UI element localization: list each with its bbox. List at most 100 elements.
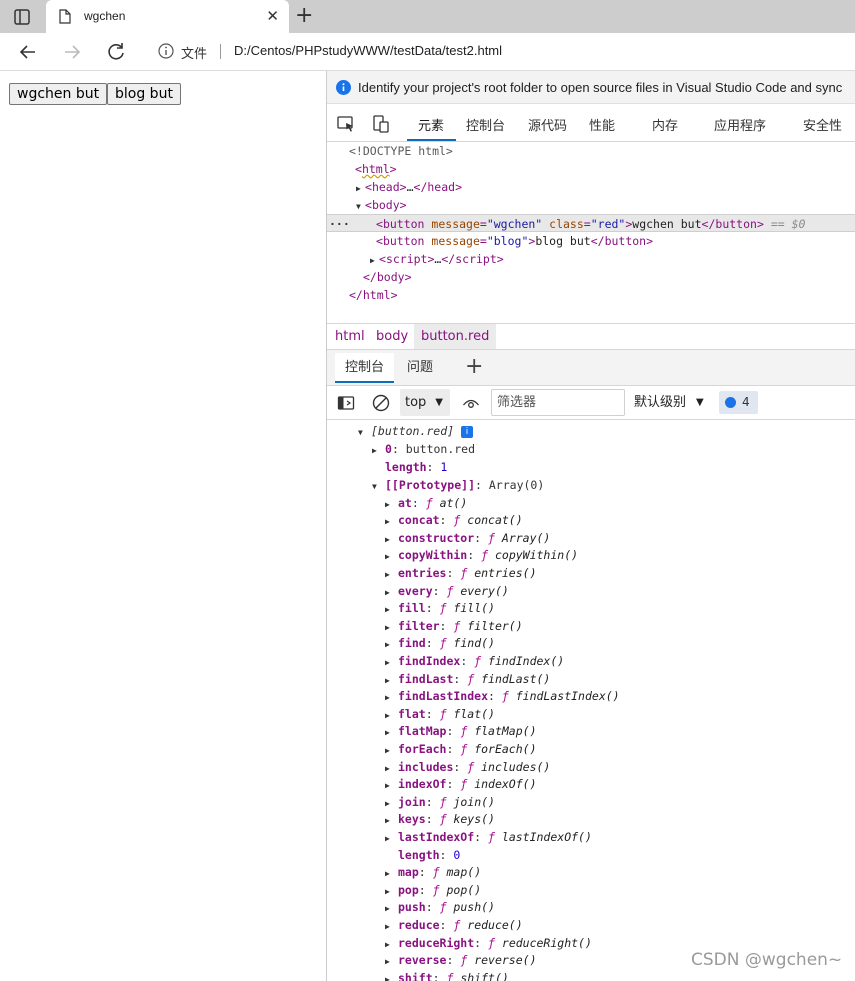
expand-triangle-icon[interactable]: ▶ bbox=[385, 513, 398, 531]
prototype-method-row[interactable]: ▶ reverse: ƒ reverse() bbox=[385, 952, 537, 970]
tab-sources[interactable]: 源代码 bbox=[528, 115, 567, 134]
tab-performance[interactable]: 性能 bbox=[589, 115, 615, 134]
expand-triangle-icon[interactable]: ▶ bbox=[385, 689, 398, 707]
drawer-tab-console[interactable]: 控制台 bbox=[335, 353, 395, 383]
prototype-method-row[interactable]: ▶ find: ƒ find() bbox=[385, 635, 495, 653]
expand-triangle-icon[interactable]: ▶ bbox=[385, 619, 398, 637]
show-sidebar-icon[interactable] bbox=[337, 394, 355, 412]
tab-application[interactable]: 应用程序 bbox=[714, 115, 766, 134]
expand-triangle-icon[interactable]: ▶ bbox=[385, 742, 398, 760]
expand-triangle-icon[interactable]: ▶ bbox=[385, 760, 398, 778]
expand-triangle-icon[interactable]: ▶ bbox=[385, 971, 398, 981]
dom-node-body[interactable]: ▼ <body> bbox=[327, 196, 855, 214]
expand-triangle-icon[interactable]: ▶ bbox=[385, 636, 398, 654]
prototype-method-row[interactable]: ▶ findLastIndex: ƒ findLastIndex() bbox=[385, 688, 620, 706]
expand-triangle-icon[interactable]: ▶ bbox=[385, 795, 398, 813]
prototype-method-row[interactable]: ▶ copyWithin: ƒ copyWithin() bbox=[385, 547, 578, 565]
log-level-select[interactable]: 默认级别 ▼ bbox=[634, 389, 712, 416]
prototype-method-row[interactable]: ▶ concat: ƒ concat() bbox=[385, 512, 523, 530]
prototype-method-row[interactable]: ▶ keys: ƒ keys() bbox=[385, 811, 495, 829]
prototype-method-row[interactable]: ▶ findIndex: ƒ findIndex() bbox=[385, 653, 564, 671]
console-array-header[interactable]: ▼ [button.red] i bbox=[358, 423, 474, 442]
expand-triangle-icon[interactable]: ▶ bbox=[385, 654, 398, 672]
url-text[interactable]: D:/Centos/PHPstudyWWW/testData/test2.htm… bbox=[234, 43, 502, 58]
expand-triangle-icon[interactable]: ▶ bbox=[385, 584, 398, 602]
prototype-method-row[interactable]: ▶ push: ƒ push() bbox=[385, 899, 495, 917]
breadcrumb-body[interactable]: body bbox=[369, 324, 415, 349]
expand-triangle-icon[interactable]: ▶ bbox=[385, 812, 398, 830]
tab-memory[interactable]: 内存 bbox=[652, 115, 678, 134]
expand-triangle-icon[interactable]: ▶ bbox=[385, 601, 398, 619]
expand-triangle-icon[interactable]: ▶ bbox=[385, 531, 398, 549]
expand-triangle-icon[interactable]: ▶ bbox=[385, 865, 398, 883]
context-select[interactable]: top ▼ bbox=[400, 389, 450, 416]
expand-triangle-icon[interactable]: ▶ bbox=[385, 566, 398, 584]
prototype-method-row[interactable]: ▶ constructor: ƒ Array() bbox=[385, 530, 550, 548]
prototype-method-row[interactable]: ▶ findLast: ƒ findLast() bbox=[385, 671, 550, 689]
prototype-method-row[interactable]: ▶ join: ƒ join() bbox=[385, 794, 495, 812]
browser-tab[interactable]: wgchen ✕ bbox=[46, 0, 289, 33]
expand-triangle-icon[interactable]: ▶ bbox=[385, 707, 398, 725]
tab-actions-icon[interactable] bbox=[12, 7, 32, 27]
more-actions-icon[interactable]: ··· bbox=[329, 215, 350, 233]
dom-node-doctype[interactable]: <!DOCTYPE html> bbox=[327, 142, 855, 160]
expand-triangle-icon[interactable]: ▶ bbox=[385, 883, 398, 901]
prototype-method-row[interactable]: ▶ pop: ƒ pop() bbox=[385, 882, 481, 900]
prototype-method-row[interactable]: ▶ flatMap: ƒ flatMap() bbox=[385, 723, 537, 741]
expand-triangle-icon[interactable]: ▶ bbox=[385, 936, 398, 954]
expand-triangle-icon[interactable]: ▶ bbox=[372, 442, 385, 460]
collapse-triangle-icon[interactable]: ▼ bbox=[372, 478, 385, 496]
live-expression-eye-icon[interactable] bbox=[462, 394, 480, 412]
dom-node-body-close[interactable]: </body> bbox=[327, 268, 855, 286]
prototype-method-row[interactable]: ▶ reduce: ƒ reduce() bbox=[385, 917, 523, 935]
prototype-method-row[interactable]: ▶ filter: ƒ filter() bbox=[385, 618, 523, 636]
expand-triangle-icon[interactable]: ▶ bbox=[385, 830, 398, 848]
device-toolbar-icon[interactable] bbox=[371, 114, 391, 134]
breadcrumb-button-red[interactable]: button.red bbox=[414, 324, 497, 349]
back-arrow-icon[interactable] bbox=[16, 40, 40, 64]
issues-count-badge[interactable]: 4 bbox=[719, 391, 758, 414]
tab-security[interactable]: 安全性 bbox=[803, 115, 842, 134]
dom-node-button-red-selected[interactable]: ··· <button message="wgchen" class="red"… bbox=[327, 214, 855, 232]
dom-node-button-blog[interactable]: <button message="blog">blog but</button> bbox=[327, 232, 855, 250]
expand-triangle-icon[interactable]: ▶ bbox=[385, 724, 398, 742]
prototype-method-row[interactable]: ▶ reduceRight: ƒ reduceRight() bbox=[385, 935, 592, 953]
prototype-method-row[interactable]: ▶ at: ƒ at() bbox=[385, 495, 467, 513]
expand-triangle-icon[interactable]: ▶ bbox=[385, 918, 398, 936]
prototype-method-row[interactable]: ▶ lastIndexOf: ƒ lastIndexOf() bbox=[385, 829, 592, 847]
site-info-icon[interactable] bbox=[158, 43, 174, 59]
address-bar[interactable]: 文件 D:/Centos/PHPstudyWWW/testData/test2.… bbox=[146, 36, 855, 67]
close-tab-icon[interactable]: ✕ bbox=[266, 9, 279, 24]
dom-node-html-close[interactable]: </html> bbox=[327, 286, 855, 304]
prototype-method-row[interactable]: ▶ map: ƒ map() bbox=[385, 864, 481, 882]
collapse-triangle-icon[interactable]: ▼ bbox=[358, 424, 371, 442]
new-tab-button[interactable]: + bbox=[295, 5, 313, 27]
expand-triangle-icon[interactable]: ▶ bbox=[385, 548, 398, 566]
console-entry-0[interactable]: ▶ 0: button.red bbox=[372, 441, 475, 459]
prototype-method-row[interactable]: ▶ flat: ƒ flat() bbox=[385, 706, 495, 724]
prototype-method-row[interactable]: ▶ indexOf: ƒ indexOf() bbox=[385, 776, 537, 794]
console-filter-input[interactable]: 筛选器 bbox=[491, 389, 625, 416]
inspect-element-icon[interactable] bbox=[336, 114, 356, 134]
refresh-icon[interactable] bbox=[104, 40, 128, 64]
expand-triangle-icon[interactable]: ▶ bbox=[385, 496, 398, 514]
prototype-method-row[interactable]: ▶ shift: ƒ shift() bbox=[385, 970, 509, 981]
prototype-method-row[interactable]: ▶ includes: ƒ includes() bbox=[385, 759, 550, 777]
expand-triangle-icon[interactable]: ▶ bbox=[385, 777, 398, 795]
prototype-method-row[interactable]: ▶ forEach: ƒ forEach() bbox=[385, 741, 537, 759]
clear-console-icon[interactable] bbox=[372, 394, 390, 412]
blog-button[interactable]: blog but bbox=[107, 83, 181, 105]
expand-triangle-icon[interactable]: ▶ bbox=[385, 953, 398, 971]
dom-node-html[interactable]: <html> bbox=[327, 160, 855, 178]
expand-triangle-icon[interactable]: ▶ bbox=[385, 672, 398, 690]
forward-arrow-icon[interactable] bbox=[60, 40, 84, 64]
wgchen-button[interactable]: wgchen but bbox=[9, 83, 108, 105]
tab-console[interactable]: 控制台 bbox=[466, 115, 505, 134]
add-drawer-tab-button[interactable]: + bbox=[465, 354, 483, 380]
dom-node-script[interactable]: ▶ <script>…</script> bbox=[327, 250, 855, 268]
tab-elements[interactable]: 元素 bbox=[418, 115, 444, 134]
prototype-method-row[interactable]: ▶ fill: ƒ fill() bbox=[385, 600, 495, 618]
prototype-method-row[interactable]: ▶ every: ƒ every() bbox=[385, 583, 509, 601]
dom-node-head[interactable]: ▶ <head>…</head> bbox=[327, 178, 855, 196]
info-icon[interactable]: i bbox=[461, 425, 474, 438]
